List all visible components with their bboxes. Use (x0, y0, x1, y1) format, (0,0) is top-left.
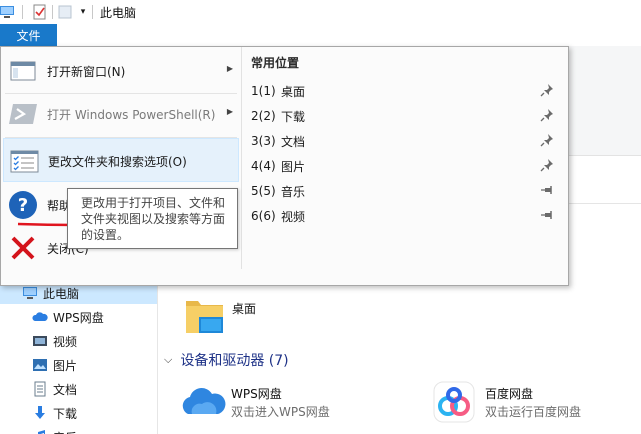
documents-icon (32, 381, 48, 397)
submenu-arrow-icon: ▶ (226, 107, 233, 116)
frequent-place-item[interactable]: 4(4) 图片 (244, 155, 564, 177)
pin-icon[interactable] (540, 158, 554, 172)
drive-name: WPS网盘 (231, 387, 282, 401)
downloads-icon (32, 405, 48, 421)
frequent-place-name: 视频 (281, 209, 306, 224)
nav-item-label: 文档 (53, 382, 78, 397)
nav-item-label: 下载 (53, 406, 78, 421)
nav-item-label: WPS网盘 (53, 310, 104, 325)
unpin-icon[interactable] (540, 208, 554, 222)
drive-name: 百度网盘 (485, 387, 534, 401)
frequent-places-title: 常用位置 (251, 56, 300, 70)
properties-icon[interactable] (31, 3, 49, 21)
file-menu: 打开新窗口(N) ▶ 打开 Windows PowerShell(R) ▶ 更改… (0, 46, 569, 286)
nav-item-videos[interactable]: 视频 (32, 330, 77, 352)
wps-cloud-icon (32, 309, 48, 325)
frequent-place-item[interactable]: 3(3) 文档 (244, 130, 564, 152)
frequent-place-name: 下载 (281, 109, 306, 124)
frequent-place-item[interactable]: 2(2) 下载 (244, 105, 564, 127)
frequent-place-name: 音乐 (281, 184, 306, 199)
window-title: 此电脑 (100, 6, 137, 20)
computer-icon (0, 3, 18, 21)
group-header-label: 设备和驱动器 (7) (180, 353, 289, 369)
frequent-place-name: 图片 (281, 159, 306, 174)
folder-options-tooltip: 更改用于打开项目、文件和文件夹视图以及搜索等方面的设置。 (67, 188, 238, 249)
pin-icon[interactable] (540, 133, 554, 147)
music-icon (32, 429, 48, 434)
frequent-place-item[interactable]: 5(5) 音乐 (244, 180, 564, 202)
frequent-place-number: 1(1) (251, 84, 276, 98)
nav-item-downloads[interactable]: 下载 (32, 402, 77, 424)
file-menu-commands: 打开新窗口(N) ▶ 打开 Windows PowerShell(R) ▶ 更改… (1, 47, 241, 285)
nav-item-music[interactable]: 音乐 (32, 426, 77, 434)
frequent-place-number: 5(5) (251, 184, 276, 198)
unpin-icon[interactable] (540, 183, 554, 197)
nav-item-pictures[interactable]: 图片 (32, 354, 77, 376)
toolbar-separator (22, 5, 23, 19)
frequent-places-panel: 常用位置 1(1) 桌面 2(2) 下载 3(3) 文档 4(4) 图片 5(5… (242, 47, 568, 285)
frequent-place-number: 4(4) (251, 159, 276, 173)
drive-subtitle: 双击进入WPS网盘 (231, 405, 330, 419)
drive-wps-cloud[interactable]: WPS网盘 双击进入WPS网盘 (178, 378, 398, 428)
powershell-icon (7, 98, 39, 130)
pin-icon[interactable] (540, 83, 554, 97)
this-pc-icon (22, 285, 38, 301)
chevron-down-icon: ⌵ (164, 353, 173, 366)
toolbar-separator (92, 5, 93, 19)
customize-dropdown-icon[interactable]: ▾ (74, 3, 92, 21)
drive-baidu-netdisk[interactable]: 百度网盘 双击运行百度网盘 (430, 378, 640, 428)
folder-options-icon (8, 145, 40, 177)
nav-item-label: 图片 (53, 358, 78, 373)
nav-item-label: 视频 (53, 334, 78, 349)
frequent-place-item[interactable]: 6(6) 视频 (244, 205, 564, 227)
open-powershell-item[interactable]: 打开 Windows PowerShell(R) ▶ (3, 92, 239, 136)
frequent-place-item[interactable]: 1(1) 桌面 (244, 80, 564, 102)
pin-icon[interactable] (540, 108, 554, 122)
videos-icon (32, 333, 48, 349)
wps-cloud-icon (178, 380, 226, 423)
menu-item-label: 打开 Windows PowerShell(R) (47, 108, 216, 122)
file-tab[interactable]: 文件 (0, 24, 57, 46)
menu-item-label: 打开新窗口(N) (47, 65, 126, 79)
frequent-place-number: 6(6) (251, 209, 276, 223)
baidu-netdisk-icon (432, 380, 476, 427)
menu-item-label: 更改文件夹和搜索选项(O) (48, 155, 187, 169)
frequent-place-name: 桌面 (281, 84, 306, 99)
nav-item-wps-cloud[interactable]: WPS网盘 (32, 306, 104, 328)
svg-text:?: ? (18, 195, 28, 216)
desktop-folder-icon[interactable] (185, 297, 225, 337)
new-window-icon (7, 55, 39, 87)
frequent-place-number: 2(2) (251, 109, 276, 123)
folder-options-item[interactable]: 更改文件夹和搜索选项(O) (3, 138, 239, 182)
desktop-folder-label[interactable]: 桌面 (232, 300, 256, 317)
drive-subtitle: 双击运行百度网盘 (485, 405, 582, 419)
devices-group-header[interactable]: ⌵ 设备和驱动器 (7) (164, 350, 289, 370)
frequent-place-number: 3(3) (251, 134, 276, 148)
new-folder-icon[interactable] (57, 3, 75, 21)
nav-item-documents[interactable]: 文档 (32, 378, 77, 400)
frequent-place-name: 文档 (281, 134, 306, 149)
pictures-icon (32, 357, 48, 373)
nav-item-label: 音乐 (53, 429, 77, 434)
toolbar-separator (52, 5, 53, 19)
open-new-window-item[interactable]: 打开新窗口(N) ▶ (3, 49, 239, 93)
nav-item-label: 此电脑 (43, 286, 80, 301)
submenu-arrow-icon: ▶ (226, 64, 233, 73)
close-icon (7, 232, 39, 264)
title-bar: ▾ 此电脑 (0, 0, 641, 24)
help-icon: ? (7, 189, 39, 221)
